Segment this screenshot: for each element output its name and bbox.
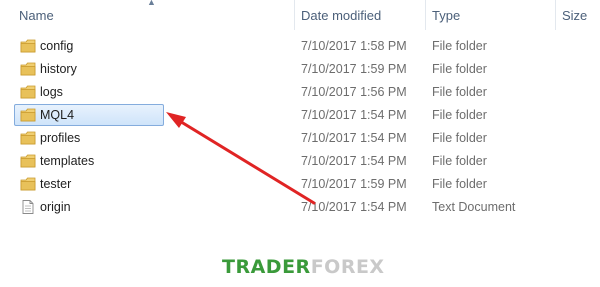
file-date-modified: 7/10/2017 1:59 PM xyxy=(301,177,407,191)
column-header-size[interactable]: Size xyxy=(562,8,587,23)
file-date-modified: 7/10/2017 1:59 PM xyxy=(301,62,407,76)
folder-icon xyxy=(20,131,36,145)
file-date-modified: 7/10/2017 1:54 PM xyxy=(301,200,407,214)
file-name: config xyxy=(40,39,74,53)
sort-arrow-icon: ▲ xyxy=(147,0,156,7)
folder-icon xyxy=(20,108,36,122)
file-date-modified: 7/10/2017 1:54 PM xyxy=(301,108,407,122)
file-date-modified: 7/10/2017 1:56 PM xyxy=(301,85,407,99)
column-divider[interactable] xyxy=(555,0,556,30)
file-type: File folder xyxy=(432,108,487,122)
column-divider[interactable] xyxy=(294,0,295,30)
folder-icon xyxy=(20,177,36,191)
file-name: MQL4 xyxy=(40,108,75,122)
watermark-text-part1: TRADER xyxy=(222,256,311,278)
file-type: File folder xyxy=(432,154,487,168)
watermark-logo: TRADERFOREX xyxy=(222,256,385,278)
folder-icon xyxy=(20,154,36,168)
column-divider[interactable] xyxy=(425,0,426,30)
column-header-date-modified[interactable]: Date modified xyxy=(301,8,381,23)
file-type: File folder xyxy=(432,85,487,99)
file-type: File folder xyxy=(432,131,487,145)
file-name: origin xyxy=(40,200,71,214)
file-name: profiles xyxy=(40,131,81,145)
folder-icon xyxy=(20,62,36,76)
file-type: File folder xyxy=(432,62,487,76)
file-name: logs xyxy=(40,85,63,99)
folder-icon xyxy=(20,39,36,53)
watermark-text-part2: FOREX xyxy=(310,256,385,278)
file-type: File folder xyxy=(432,177,487,191)
folder-icon xyxy=(20,85,36,99)
file-type: File folder xyxy=(432,39,487,53)
file-row[interactable]: MQL4 xyxy=(14,104,164,126)
file-date-modified: 7/10/2017 1:54 PM xyxy=(301,131,407,145)
file-type: Text Document xyxy=(432,200,516,214)
column-header-name[interactable]: Name xyxy=(19,8,54,23)
column-header-bar: ▲ Name Date modified Type Size xyxy=(0,0,600,30)
arrow-head xyxy=(166,112,186,128)
file-name: tester xyxy=(40,177,72,191)
text-document-icon xyxy=(20,200,36,214)
column-header-type[interactable]: Type xyxy=(432,8,460,23)
file-name: history xyxy=(40,62,77,76)
file-name: templates xyxy=(40,154,95,168)
file-date-modified: 7/10/2017 1:58 PM xyxy=(301,39,407,53)
file-date-modified: 7/10/2017 1:54 PM xyxy=(301,154,407,168)
